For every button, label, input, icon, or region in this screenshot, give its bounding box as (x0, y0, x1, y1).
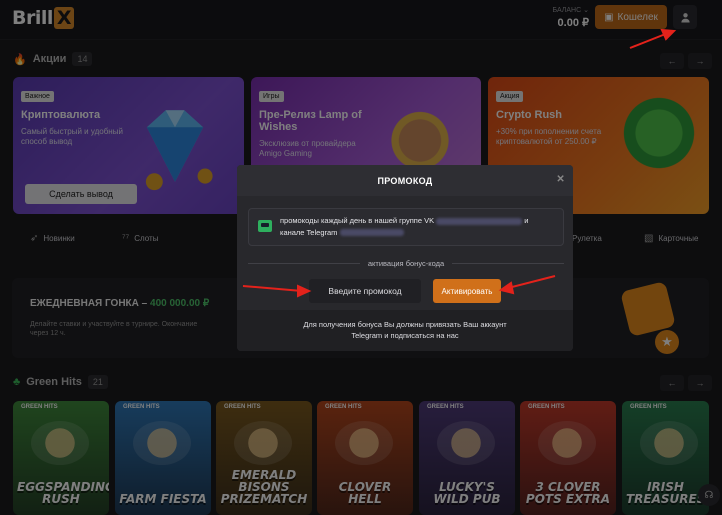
telegram-link[interactable] (339, 229, 404, 237)
monitor-icon (258, 220, 272, 232)
close-icon[interactable]: ✕ (556, 174, 565, 185)
activate-button[interactable]: Активировать (433, 279, 501, 303)
promo-code-form: Активировать (309, 279, 504, 303)
vk-link[interactable] (436, 217, 523, 225)
divider-text: активация бонус-кода (367, 258, 445, 268)
page: BrillX БАЛАНС ⌄ 0.00 ₽ ▣ Кошелек 🔥 Акции… (0, 0, 722, 515)
modal-header: ПРОМОКОД ✕ (237, 165, 573, 196)
promo-code-input[interactable] (309, 279, 421, 303)
promo-code-modal: ПРОМОКОД ✕ промокоды каждый день в нашей… (237, 165, 573, 351)
modal-footer-note: Для получения бонуса Вы должны привязать… (237, 310, 573, 351)
modal-title: ПРОМОКОД (377, 175, 433, 186)
promo-info-box: промокоды каждый день в нашей группе VK … (248, 208, 564, 246)
promo-info-text: промокоды каждый день в нашей группе VK … (280, 216, 529, 237)
bonus-divider: активация бонус-кода (248, 257, 564, 269)
